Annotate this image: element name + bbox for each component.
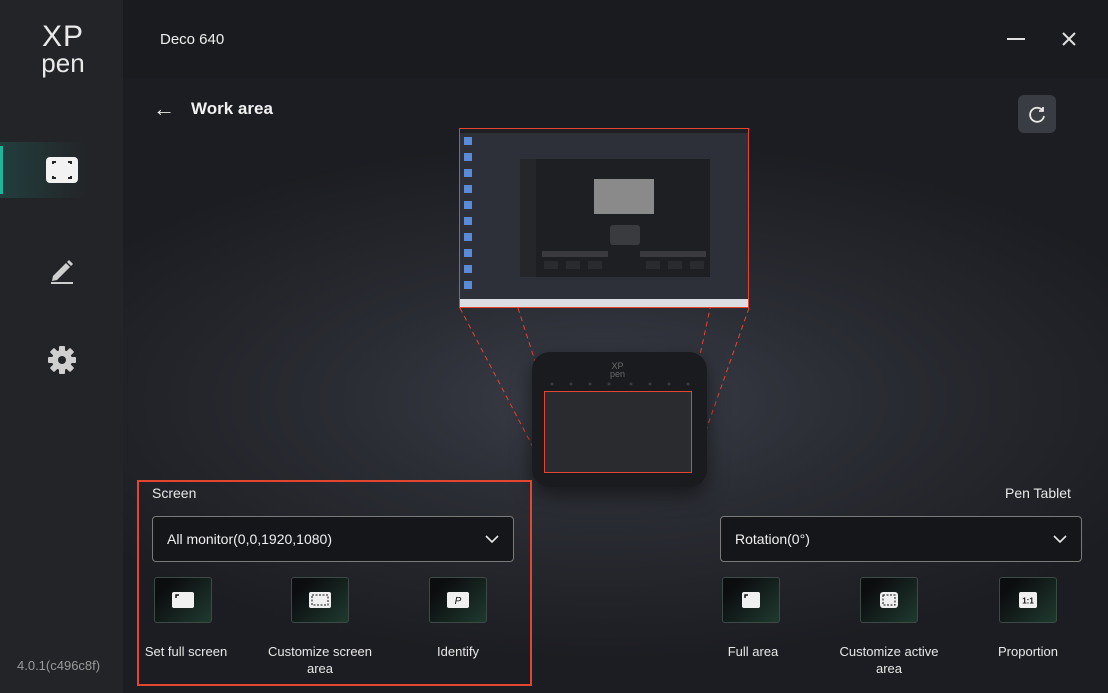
tablet-active-area — [544, 391, 692, 473]
proportion-icon: 1:1 — [1019, 592, 1037, 608]
customize-screen-icon — [309, 592, 331, 608]
monitor-select-value: All monitor(0,0,1920,1080) — [167, 531, 332, 547]
express-keys — [550, 382, 690, 386]
proportion-button[interactable]: 1:1 — [999, 577, 1057, 623]
chevron-down-icon — [485, 535, 499, 543]
customize-active-area-icon — [880, 592, 898, 608]
main-panel: Deco 640 ← Work area XP pen Screen All m… — [123, 0, 1108, 693]
customize-screen-area-label: Customize screen area — [267, 644, 373, 676]
screen-preview — [459, 128, 749, 308]
customize-screen-area-button[interactable] — [291, 577, 349, 623]
full-area-icon — [742, 592, 760, 608]
pen-icon — [50, 260, 73, 284]
full-area-label: Full area — [727, 644, 779, 659]
identify-glyph: P — [455, 596, 462, 607]
identify-icon: P — [447, 592, 469, 608]
desktop-thumbnail — [460, 129, 748, 307]
screen-section-label: Screen — [152, 485, 197, 501]
proportion-glyph: 1:1 — [1022, 597, 1034, 606]
full-area-button[interactable] — [722, 577, 780, 623]
rotation-select[interactable]: Rotation(0°) — [720, 516, 1082, 562]
customize-active-area-button[interactable] — [860, 577, 918, 623]
full-screen-icon — [172, 592, 194, 608]
sidebar-item-settings[interactable] — [0, 332, 123, 388]
rotation-select-value: Rotation(0°) — [735, 531, 810, 547]
identify-label: Identify — [437, 644, 479, 659]
customize-active-area-label: Customize active area — [839, 644, 939, 676]
work-area-icon — [45, 157, 78, 183]
sidebar-item-pen[interactable] — [0, 242, 123, 298]
pen-tablet-graphic: XP pen — [532, 352, 707, 487]
sidebar: XP pen 4.0.1(c496c8f) — [0, 0, 123, 693]
xppen-logo: XP pen — [38, 22, 88, 84]
identify-button[interactable]: P — [429, 577, 487, 623]
set-full-screen-label: Set full screen — [144, 644, 228, 659]
pen-tablet-section-label: Pen Tablet — [1005, 485, 1071, 501]
set-full-screen-button[interactable] — [154, 577, 212, 623]
chevron-down-icon — [1053, 535, 1067, 543]
logo-bottom-text: pen — [41, 48, 85, 78]
version-label: 4.0.1(c496c8f) — [17, 658, 101, 673]
monitor-select[interactable]: All monitor(0,0,1920,1080) — [152, 516, 514, 562]
active-indicator — [0, 146, 3, 194]
proportion-label: Proportion — [998, 644, 1058, 659]
gear-icon — [47, 346, 76, 374]
tablet-logo: XP pen — [610, 361, 626, 379]
sidebar-item-work-area[interactable] — [0, 142, 123, 198]
